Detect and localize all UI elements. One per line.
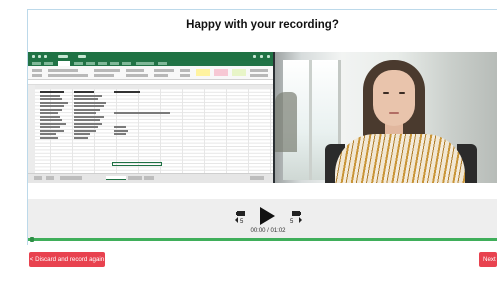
webcam-recording-thumbnail	[275, 52, 497, 183]
play-icon	[260, 207, 275, 225]
dialog-border-top	[27, 9, 497, 10]
screen-recording-thumbnail	[28, 52, 273, 183]
playback-progress-track[interactable]	[28, 238, 497, 241]
discard-and-record-again-button[interactable]: < Discard and record again	[29, 252, 105, 267]
rewind-5-label: 5	[240, 219, 244, 225]
forward-5-button[interactable]: 5	[287, 209, 305, 225]
spreadsheet-sheet-tabs	[28, 173, 273, 183]
rewind-5-icon: 5	[235, 210, 245, 225]
spreadsheet-grid	[28, 85, 273, 173]
play-button[interactable]	[257, 205, 277, 227]
spreadsheet-ribbon	[28, 66, 273, 80]
rewind-5-button[interactable]: 5	[232, 209, 250, 225]
playback-time: 00:00 / 01:02	[250, 228, 286, 234]
playback-scrubber-handle[interactable]	[30, 237, 34, 242]
spreadsheet-titlebar	[28, 52, 273, 61]
spreadsheet-selected-cell	[112, 162, 162, 166]
forward-5-label: 5	[290, 219, 294, 225]
presenter-face	[373, 70, 415, 126]
playback-progress-fill	[28, 238, 497, 241]
recording-preview	[28, 52, 497, 183]
presenter-shirt	[335, 134, 465, 183]
forward-5-icon: 5	[290, 210, 302, 225]
next-button[interactable]: Next	[479, 252, 497, 267]
dialog-title: Happy with your recording?	[186, 19, 339, 31]
